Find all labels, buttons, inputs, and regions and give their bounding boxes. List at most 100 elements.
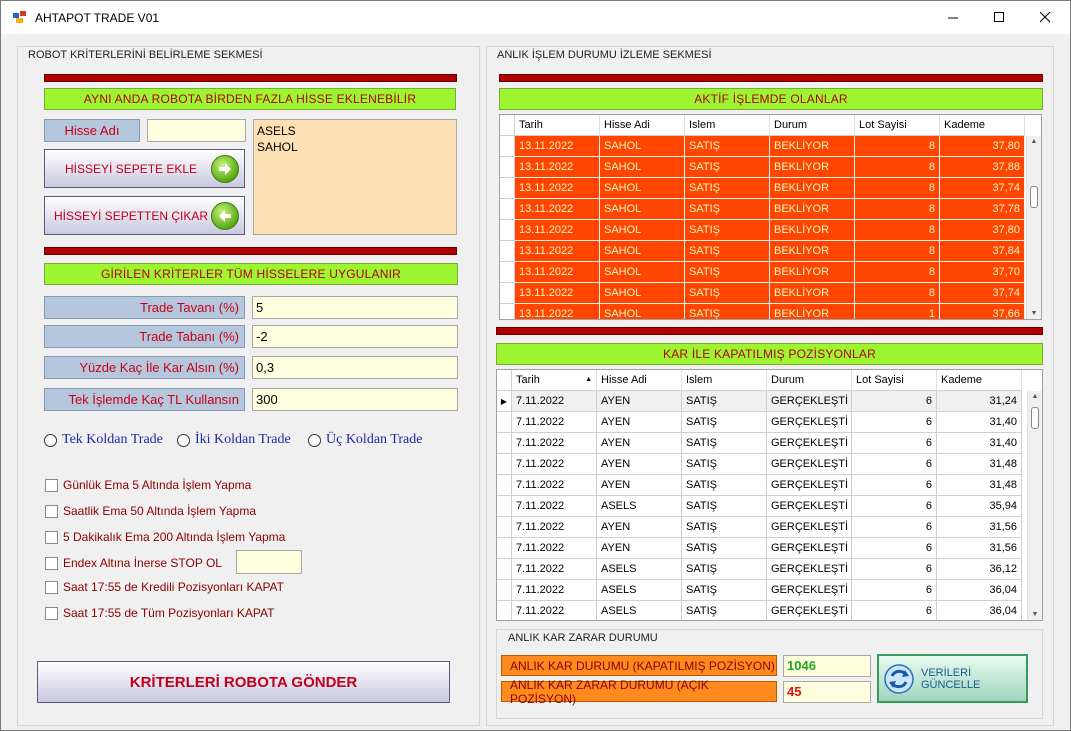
table-row[interactable]: 13.11.2022 SAHOL SATIŞ BEKLİYOR 8 37,80 bbox=[500, 220, 1025, 241]
vertical-scrollbar[interactable]: ▲ ▼ bbox=[1026, 136, 1041, 319]
column-header[interactable]: Kademe bbox=[940, 115, 1025, 136]
vertical-scrollbar[interactable]: ▲ ▼ bbox=[1027, 391, 1042, 620]
column-header[interactable]: Lot Sayisi bbox=[852, 370, 937, 391]
refresh-data-button[interactable]: VERİLERİ GÜNCELLE bbox=[877, 654, 1028, 703]
check-close-all[interactable]: Saat 17:55 de Tüm Pozisyonları KAPAT bbox=[45, 606, 274, 620]
column-header[interactable]: Kademe bbox=[937, 370, 1022, 391]
check-index-stop[interactable]: Endex Altına İnerse STOP OL bbox=[45, 556, 222, 570]
table-cell: SATIŞ bbox=[682, 391, 767, 412]
row-selector[interactable] bbox=[497, 475, 512, 496]
table-row[interactable]: 7.11.2022 AYEN SATIŞ GERÇEKLEŞTİ 6 31,48 bbox=[497, 454, 1022, 475]
add-to-basket-button[interactable]: HİSSEYİ SEPETE EKLE bbox=[44, 149, 245, 188]
row-selector[interactable] bbox=[500, 304, 515, 319]
table-row[interactable]: 13.11.2022 SAHOL SATIŞ BEKLİYOR 8 37,84 bbox=[500, 241, 1025, 262]
active-trades-grid[interactable]: Tarih Hisse Adi Islem Durum Lot Sayisi Kademe… bbox=[499, 114, 1042, 320]
row-selector[interactable] bbox=[497, 538, 512, 559]
checkbox[interactable] bbox=[45, 504, 58, 518]
maximize-icon[interactable] bbox=[976, 1, 1022, 34]
row-selector[interactable] bbox=[500, 157, 515, 178]
check-5min-ema200[interactable]: 5 Dakikalık Ema 200 Altında İşlem Yapma bbox=[45, 530, 285, 544]
closed-positions-grid[interactable]: Tarih ▲ Hisse Adi Islem Durum Lot Sayisi Kade… bbox=[496, 369, 1043, 621]
row-selector[interactable] bbox=[497, 433, 512, 454]
scroll-up-icon[interactable]: ▲ bbox=[1028, 393, 1042, 400]
table-row[interactable]: 7.11.2022 ASELS SATIŞ GERÇEKLEŞTİ 6 36,04 bbox=[497, 601, 1022, 620]
close-icon[interactable] bbox=[1022, 1, 1068, 34]
table-cell: 7.11.2022 bbox=[512, 454, 597, 475]
scroll-thumb[interactable] bbox=[1031, 407, 1039, 429]
row-selector[interactable] bbox=[500, 136, 515, 157]
basket-item[interactable]: SAHOL bbox=[257, 139, 453, 155]
check-daily-ema5[interactable]: Günlük Ema 5 Altında İşlem Yapma bbox=[45, 478, 251, 492]
table-row[interactable]: 13.11.2022 SAHOL SATIŞ BEKLİYOR 8 37,88 bbox=[500, 157, 1025, 178]
current-row-indicator-icon[interactable]: ▶ bbox=[497, 391, 512, 412]
column-header[interactable]: Islem bbox=[685, 115, 770, 136]
table-row[interactable]: ▶ 7.11.2022 AYEN SATIŞ GERÇEKLEŞTİ 6 31,24 bbox=[497, 391, 1022, 412]
scroll-down-icon[interactable]: ▼ bbox=[1028, 611, 1042, 618]
table-row[interactable]: 7.11.2022 ASELS SATIŞ GERÇEKLEŞTİ 6 35,94 bbox=[497, 496, 1022, 517]
column-header[interactable]: Durum bbox=[770, 115, 855, 136]
table-row[interactable]: 13.11.2022 SAHOL SATIŞ BEKLİYOR 8 37,74 bbox=[500, 283, 1025, 304]
row-selector[interactable] bbox=[500, 283, 515, 304]
scroll-up-icon[interactable]: ▲ bbox=[1027, 138, 1041, 145]
checkbox[interactable] bbox=[45, 556, 58, 570]
table-row[interactable]: 13.11.2022 SAHOL SATIŞ BEKLİYOR 8 37,70 bbox=[500, 262, 1025, 283]
row-selector[interactable] bbox=[497, 496, 512, 517]
row-selector[interactable] bbox=[497, 601, 512, 620]
table-row[interactable]: 13.11.2022 SAHOL SATIŞ BEKLİYOR 8 37,78 bbox=[500, 199, 1025, 220]
row-selector[interactable] bbox=[497, 454, 512, 475]
row-selector[interactable] bbox=[500, 199, 515, 220]
row-selector[interactable] bbox=[497, 559, 512, 580]
row-selector[interactable] bbox=[500, 220, 515, 241]
table-cell: GERÇEKLEŞTİ bbox=[767, 391, 852, 412]
radio-circle[interactable] bbox=[177, 433, 190, 447]
checkbox[interactable] bbox=[45, 530, 58, 544]
column-header[interactable]: Lot Sayisi bbox=[855, 115, 940, 136]
radio-circle[interactable] bbox=[308, 433, 321, 447]
table-row[interactable]: 7.11.2022 AYEN SATIŞ GERÇEKLEŞTİ 6 31,48 bbox=[497, 475, 1022, 496]
column-header[interactable]: Durum bbox=[767, 370, 852, 391]
table-row[interactable]: 7.11.2022 AYEN SATIŞ GERÇEKLEŞTİ 6 31,40 bbox=[497, 412, 1022, 433]
table-row[interactable]: 13.11.2022 SAHOL SATIŞ BEKLİYOR 8 37,80 bbox=[500, 136, 1025, 157]
send-to-robot-button[interactable]: KRİTERLERİ ROBOTA GÖNDER bbox=[37, 661, 450, 703]
table-row[interactable]: 7.11.2022 AYEN SATIŞ GERÇEKLEŞTİ 6 31,40 bbox=[497, 433, 1022, 454]
row-selector[interactable] bbox=[500, 178, 515, 199]
table-row[interactable]: 7.11.2022 AYEN SATIŞ GERÇEKLEŞTİ 6 31,56 bbox=[497, 517, 1022, 538]
minimize-icon[interactable] bbox=[930, 1, 976, 34]
radio-two-leg[interactable]: İki Koldan Trade bbox=[177, 432, 291, 448]
table-row[interactable]: 7.11.2022 AYEN SATIŞ GERÇEKLEŞTİ 6 31,56 bbox=[497, 538, 1022, 559]
remove-from-basket-button[interactable]: HİSSEYİ SEPETTEN ÇIKAR bbox=[44, 196, 245, 235]
column-header[interactable]: Hisse Adi bbox=[600, 115, 685, 136]
column-header[interactable]: Tarih bbox=[515, 115, 600, 136]
radio-single-leg[interactable]: Tek Koldan Trade bbox=[44, 432, 163, 448]
radio-circle[interactable] bbox=[44, 433, 57, 447]
profit-percent-input[interactable]: 0,3 bbox=[252, 356, 458, 379]
row-selector[interactable] bbox=[497, 412, 512, 433]
column-header[interactable]: Tarih ▲ bbox=[512, 370, 597, 391]
table-row[interactable]: 7.11.2022 ASELS SATIŞ GERÇEKLEŞTİ 6 36,12 bbox=[497, 559, 1022, 580]
row-selector[interactable] bbox=[500, 241, 515, 262]
tl-per-trade-input[interactable]: 300 bbox=[252, 388, 458, 411]
table-row[interactable]: 13.11.2022 SAHOL SATIŞ BEKLİYOR 1 37,66 bbox=[500, 304, 1025, 319]
radio-three-leg[interactable]: Üç Koldan Trade bbox=[308, 432, 422, 448]
check-hourly-ema50[interactable]: Saatlik Ema 50 Altında İşlem Yapma bbox=[45, 504, 256, 518]
scroll-thumb[interactable] bbox=[1030, 186, 1038, 208]
index-stop-input[interactable] bbox=[236, 550, 302, 574]
row-selector[interactable] bbox=[500, 262, 515, 283]
row-selector[interactable] bbox=[497, 580, 512, 601]
column-header[interactable]: Hisse Adi bbox=[597, 370, 682, 391]
row-selector[interactable] bbox=[497, 517, 512, 538]
checkbox[interactable] bbox=[45, 606, 58, 620]
stock-name-input[interactable] bbox=[147, 119, 246, 142]
check-close-credit[interactable]: Saat 17:55 de Kredili Pozisyonları KAPAT bbox=[45, 580, 284, 594]
column-header[interactable]: Islem bbox=[682, 370, 767, 391]
table-row[interactable]: 13.11.2022 SAHOL SATIŞ BEKLİYOR 8 37,74 bbox=[500, 178, 1025, 199]
table-row[interactable]: 7.11.2022 ASELS SATIŞ GERÇEKLEŞTİ 6 36,04 bbox=[497, 580, 1022, 601]
profit-percent-label: Yüzde Kaç İle Kar Alsın (%) bbox=[44, 356, 245, 379]
scroll-down-icon[interactable]: ▼ bbox=[1027, 310, 1041, 317]
trade-floor-input[interactable]: -2 bbox=[252, 325, 458, 348]
basket-item[interactable]: ASELS bbox=[257, 123, 453, 139]
checkbox[interactable] bbox=[45, 580, 58, 594]
basket-list[interactable]: ASELS SAHOL bbox=[253, 119, 457, 235]
trade-ceiling-input[interactable]: 5 bbox=[252, 296, 458, 319]
checkbox[interactable] bbox=[45, 478, 58, 492]
